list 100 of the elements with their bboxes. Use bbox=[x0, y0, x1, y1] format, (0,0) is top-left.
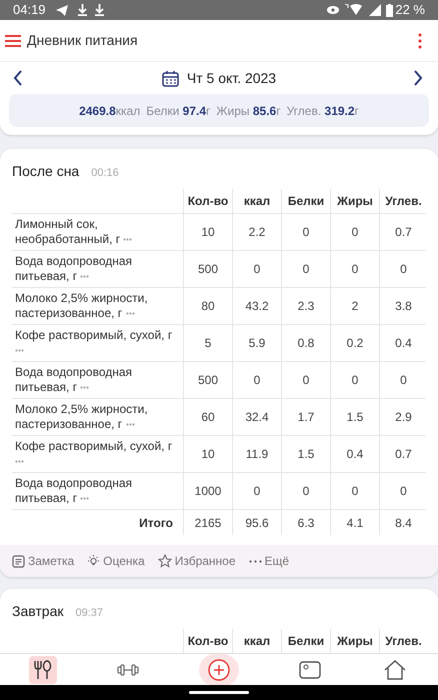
nutrient-total: Углев. 319.2г bbox=[286, 102, 359, 120]
download-icon bbox=[78, 4, 87, 16]
food-name[interactable]: Молоко 2,5% жирности, пастеризованное, г bbox=[12, 291, 183, 321]
send-icon bbox=[56, 4, 68, 16]
food-name[interactable]: Молоко 2,5% жирности, пастеризованное, г bbox=[12, 402, 183, 432]
more-menu-button[interactable] bbox=[418, 32, 422, 48]
more-icon bbox=[15, 349, 24, 352]
meal-time: 00:16 bbox=[91, 166, 119, 181]
total-cell: 4.1 bbox=[330, 510, 379, 535]
table-cell: 0 bbox=[330, 473, 379, 509]
table-cell: 0 bbox=[379, 251, 427, 287]
meal-time: 09:37 bbox=[75, 606, 104, 621]
battery-icon bbox=[386, 4, 394, 16]
eye-icon bbox=[327, 6, 340, 14]
table-cell: 0.2 bbox=[330, 325, 379, 361]
nutrient-total: Жиры 85.6г bbox=[216, 102, 281, 120]
image-icon bbox=[299, 660, 322, 680]
table-cell: 0 bbox=[281, 251, 330, 287]
more-icon bbox=[15, 460, 24, 464]
table-cell: 500 bbox=[183, 251, 232, 287]
column-header: Жиры bbox=[330, 189, 379, 213]
table-cell: 0 bbox=[232, 473, 281, 509]
table-cell: 0.7 bbox=[379, 436, 427, 472]
action-button[interactable]: Избранное bbox=[158, 552, 236, 570]
table-cell: 2 bbox=[330, 288, 379, 324]
date-label[interactable]: Чт 5 окт. 2023 bbox=[186, 68, 276, 88]
total-cell: 95.6 bbox=[232, 510, 281, 535]
more-icon bbox=[248, 560, 262, 562]
more-icon bbox=[418, 32, 422, 48]
star-icon bbox=[158, 554, 172, 568]
meal-title: После сна bbox=[12, 162, 80, 181]
table-cell: 0.7 bbox=[379, 214, 427, 250]
table-cell: 0 bbox=[379, 362, 427, 398]
table-cell: 80 bbox=[183, 288, 232, 324]
dumbbell-icon bbox=[116, 664, 139, 676]
table-cell: 2.3 bbox=[281, 288, 330, 324]
table-cell: 0.4 bbox=[330, 436, 379, 472]
table-cell: 2.2 bbox=[232, 214, 281, 250]
menu-icon bbox=[5, 34, 21, 46]
table-cell: 5.9 bbox=[232, 325, 281, 361]
action-button[interactable]: Заметка bbox=[12, 552, 74, 570]
food-name[interactable]: Вода водопроводная питьевая, г bbox=[12, 365, 183, 395]
download-icon bbox=[94, 4, 104, 16]
food-name[interactable]: Вода водопроводная питьевая, г bbox=[12, 476, 183, 506]
meal-title: Завтрак bbox=[12, 602, 64, 621]
fork-spoon-icon bbox=[34, 660, 52, 680]
add-icon bbox=[208, 658, 230, 680]
table-cell: 1.5 bbox=[281, 436, 330, 472]
home-icon bbox=[384, 660, 406, 680]
table-cell: 2.9 bbox=[379, 399, 427, 435]
more-icon bbox=[126, 423, 135, 426]
food-name[interactable]: Кофе растворимый, сухой, г bbox=[12, 439, 183, 469]
calendar-icon bbox=[162, 70, 179, 86]
table-cell: 11.9 bbox=[232, 436, 281, 472]
table-cell: 10 bbox=[183, 436, 232, 472]
more-icon bbox=[80, 275, 90, 278]
lightbulb-icon bbox=[87, 554, 100, 568]
wifi-icon bbox=[345, 4, 364, 16]
column-header: ккал bbox=[232, 189, 281, 213]
more-icon bbox=[80, 497, 90, 500]
food-name[interactable]: Лимонный сок, необработанный, г bbox=[12, 217, 183, 247]
signal-icon bbox=[369, 4, 382, 16]
note-icon bbox=[12, 554, 25, 568]
table-cell: 0 bbox=[232, 251, 281, 287]
table-cell: 1.5 bbox=[330, 399, 379, 435]
table-cell: 0 bbox=[232, 362, 281, 398]
clock: 04:19 bbox=[13, 1, 46, 20]
column-header: Углев. bbox=[379, 189, 427, 213]
nutrient-total: Белки 97.4г bbox=[146, 102, 210, 120]
action-button[interactable]: Ещё bbox=[248, 552, 290, 570]
table-cell: 1000 bbox=[183, 473, 232, 509]
table-cell: 0.8 bbox=[281, 325, 330, 361]
battery-level: 22 % bbox=[395, 1, 425, 20]
more-icon bbox=[126, 312, 135, 316]
table-cell: 43.2 bbox=[232, 288, 281, 324]
action-button[interactable]: Оценка bbox=[87, 552, 145, 570]
table-cell: 0 bbox=[330, 251, 379, 287]
nutrient-total: 2469.8ккал bbox=[79, 102, 140, 120]
table-cell: 5 bbox=[183, 325, 232, 361]
table-cell: 0 bbox=[379, 473, 427, 509]
more-icon bbox=[80, 386, 90, 390]
table-cell: 0 bbox=[281, 473, 330, 509]
table-cell: 0 bbox=[330, 362, 379, 398]
table-cell: 32.4 bbox=[232, 399, 281, 435]
food-name[interactable]: Вода водопроводная питьевая, г bbox=[12, 254, 183, 284]
table-cell: 1.7 bbox=[281, 399, 330, 435]
column-header: Кол-во bbox=[183, 189, 232, 213]
table-cell: 0 bbox=[330, 214, 379, 250]
table-cell: 0 bbox=[281, 362, 330, 398]
table-cell: 10 bbox=[183, 214, 232, 250]
table-cell: 3.8 bbox=[379, 288, 427, 324]
total-cell: 2165 bbox=[183, 510, 232, 535]
total-cell: 8.4 bbox=[379, 510, 427, 535]
menu-button[interactable] bbox=[5, 32, 21, 48]
food-name[interactable]: Кофе растворимый, сухой, г bbox=[12, 328, 183, 358]
table-cell: 0 bbox=[281, 214, 330, 250]
nav-tab[interactable] bbox=[28, 656, 57, 684]
column-header: Белки bbox=[281, 189, 330, 213]
table-cell: 500 bbox=[183, 362, 232, 398]
total-label: Итого bbox=[138, 514, 174, 532]
